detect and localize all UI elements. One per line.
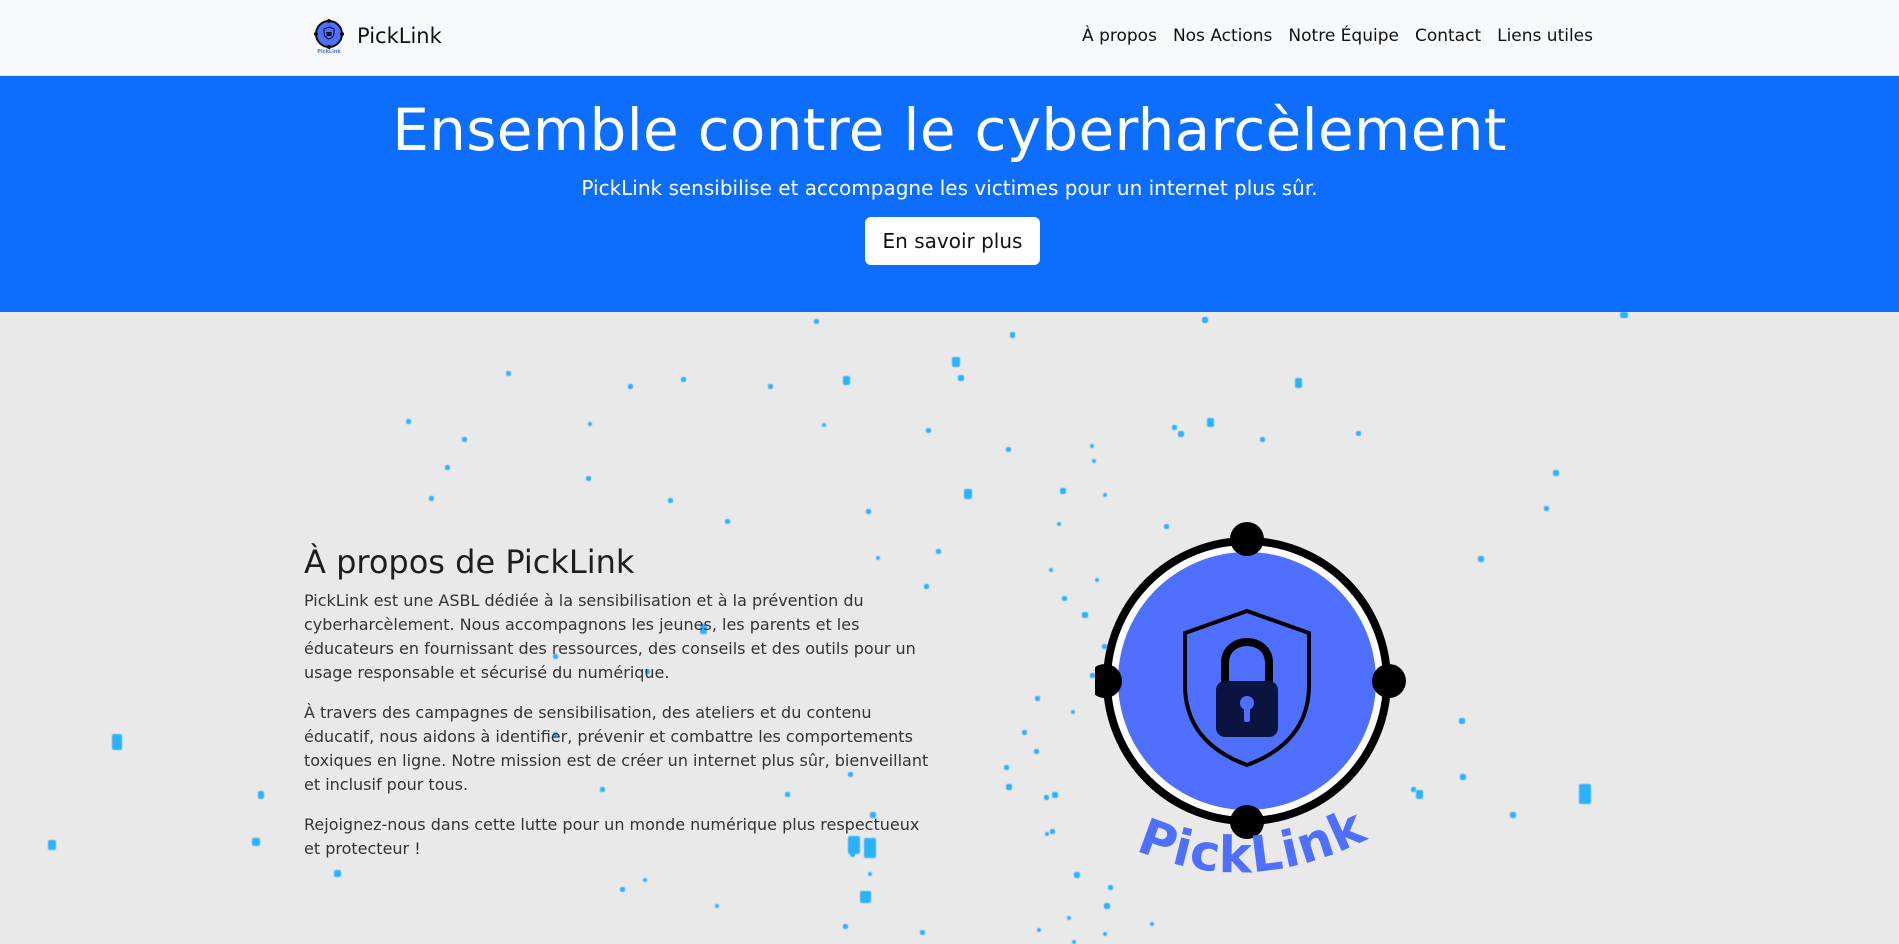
nav-link-a-propos[interactable]: À propos [1082,26,1157,46]
about-paragraph: À travers des campagnes de sensibilisati… [304,703,929,794]
particle-dot [668,498,673,503]
particle-dot [1478,556,1484,562]
particle-dot [1150,922,1154,926]
particle-dot [1090,444,1094,448]
particle-dot [1178,431,1184,437]
particle-dot [1062,596,1067,601]
particle-dot [1620,312,1628,318]
brand-name: PickLink [357,24,442,48]
particle-dot [681,377,686,382]
particle-dot [1202,317,1208,323]
particle-dot [1006,784,1012,790]
particle-dot [1057,522,1061,526]
particle-dot [445,465,450,470]
particle-dot [1072,940,1076,944]
particle-dot [1006,447,1011,452]
picklink-logo-icon: PickLink [314,19,344,54]
particle-dot [586,476,591,481]
particle-dot [1172,425,1177,430]
about-paragraph: PickLink est une ASBL dédiée à la sensib… [304,591,916,682]
particle-dot [1060,488,1066,494]
about-title: À propos de PickLink [304,543,635,581]
particle-dot [620,887,625,892]
particle-dot [643,878,647,882]
particle-dot [1044,795,1049,800]
particle-dot [406,419,411,424]
particle-dot [860,891,871,903]
particle-background [0,312,1899,944]
particle-dot [1103,493,1107,497]
particle-dot [588,422,592,426]
hero-subtitle: PickLink sensibilise et accompagne les v… [581,176,1318,200]
particle-dot [964,489,972,499]
particle-dot [1037,928,1041,932]
nav-menu: À propos Nos Actions Notre Équipe Contac… [1082,26,1593,46]
particle-dot [1052,792,1058,798]
particle-dot [429,496,434,501]
particle-dot [1049,568,1053,572]
particle-dot [1103,932,1107,936]
particle-dot [628,384,633,389]
particle-dot [1067,916,1071,920]
particle-dot [1356,431,1361,436]
particle-dot [1010,332,1015,338]
particle-dot [1035,696,1040,701]
particle-dot [1004,765,1009,770]
particle-dot [506,371,511,376]
particle-dot [725,519,730,524]
particle-dot [843,376,850,385]
particle-dot [814,319,819,324]
particle-dot [1295,378,1302,388]
particle-dot [715,904,719,908]
particle-dot [112,734,122,750]
about-paragraph: Rejoignez-nous dans cette lutte pour un … [304,815,920,858]
particle-dot [952,357,960,367]
nav-link-nos-actions[interactable]: Nos Actions [1173,26,1272,46]
particle-dot [1416,790,1423,799]
about-section: À propos de PickLink PickLink est une AS… [304,543,936,877]
particle-dot [1074,872,1080,878]
brand-link[interactable]: PickLink PickLink [313,18,442,54]
particle-dot [1082,612,1088,618]
picklink-emblem: PickLink [1095,522,1406,884]
particle-dot [462,437,467,442]
particle-dot [1022,730,1027,735]
particle-dot [768,384,773,389]
learn-more-button[interactable]: En savoir plus [865,217,1040,265]
svg-text:PickLink: PickLink [317,49,341,54]
particle-dot [252,838,260,846]
particle-dot [1092,459,1096,463]
particle-dot [920,930,925,935]
nav-link-contact[interactable]: Contact [1415,26,1481,46]
particle-dot [1071,710,1075,714]
particle-dot [1045,832,1049,836]
particle-dot [1510,812,1516,818]
hero-banner: Ensemble contre le cyberharcèlement Pick… [0,76,1899,312]
particle-dot [843,924,848,929]
particle-dot [258,791,264,799]
particle-dot [936,549,941,554]
particle-dot [1034,749,1039,754]
nav-link-liens-utiles[interactable]: Liens utiles [1497,26,1593,46]
particle-dot [1460,774,1466,780]
particle-dot [1553,470,1559,476]
particle-dot [1544,506,1549,511]
hero-title: Ensemble contre le cyberharcèlement [392,96,1507,164]
particle-dot [958,375,964,381]
navbar: PickLink PickLink À propos Nos Actions N… [0,0,1899,76]
particle-dot [926,428,931,433]
particle-dot [866,509,871,514]
particle-dot [1459,718,1465,724]
particle-dot [1579,784,1591,804]
nav-link-notre-equipe[interactable]: Notre Équipe [1288,26,1399,46]
particle-dot [1050,829,1055,834]
particle-dot [1260,437,1265,442]
particle-dot [822,423,826,427]
particle-dot [48,840,56,850]
particle-dot [1207,418,1214,427]
